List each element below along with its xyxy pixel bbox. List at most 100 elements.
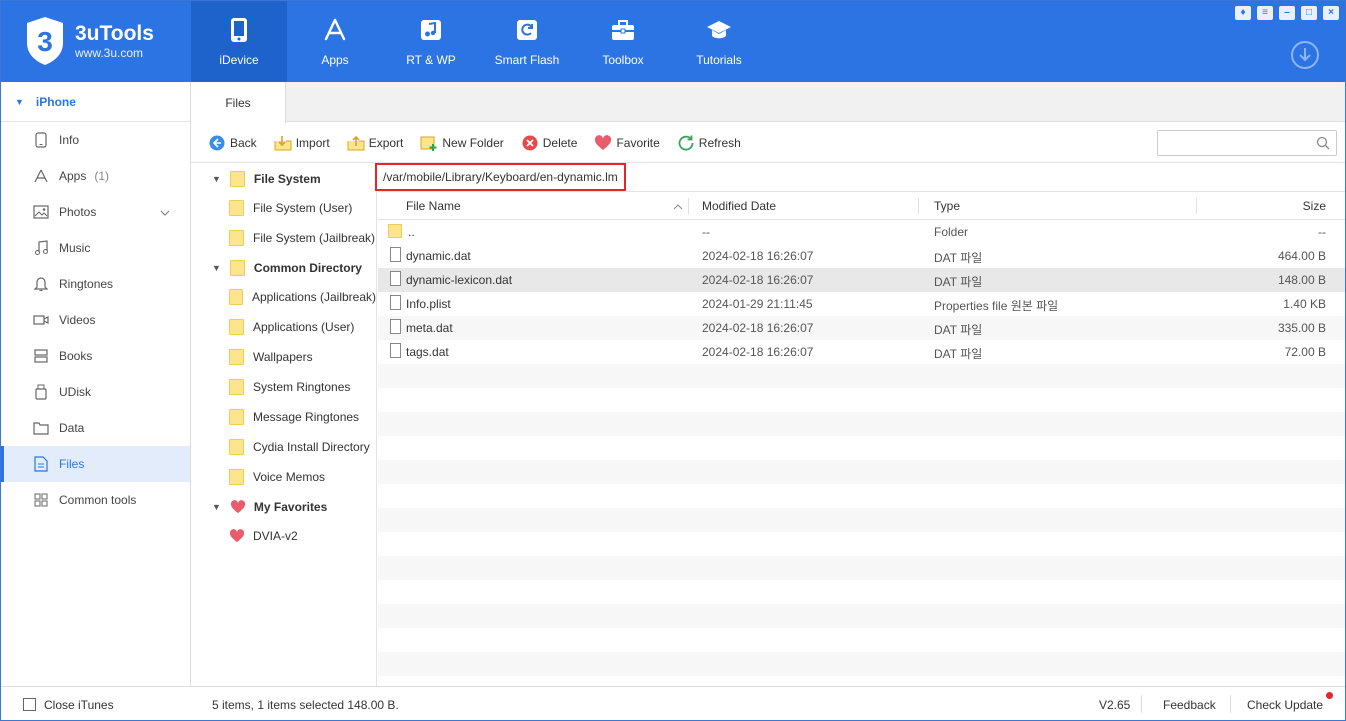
table-row[interactable]: .. -- Folder -- [378, 220, 1345, 244]
sidebar-item-label: Books [59, 349, 93, 363]
tree-item[interactable]: Message Ringtones [191, 402, 376, 432]
path-field[interactable]: /var/mobile/Library/Keyboard/en-dynamic.… [375, 163, 626, 191]
tree-item[interactable]: File System (Jailbreak) [191, 223, 376, 253]
caret-down-icon: ▼ [212, 501, 221, 512]
tree-item[interactable]: System Ringtones [191, 372, 376, 402]
empty-row [378, 604, 1345, 628]
file-name: .. [408, 225, 415, 239]
file-modified: 2024-02-18 16:26:07 [702, 321, 814, 335]
nav-toolbox[interactable]: Toolbox [575, 1, 671, 82]
tree-item[interactable]: Cydia Install Directory [191, 432, 376, 462]
tab-files[interactable]: Files [191, 82, 286, 123]
tree-group-label: File System [253, 171, 321, 186]
column-header-type[interactable]: Type [934, 199, 960, 213]
table-row[interactable]: Info.plist 2024-01-29 21:11:45 Propertie… [378, 292, 1345, 316]
sidebar-item-books[interactable]: Books [1, 338, 190, 374]
sidebar-item-apps[interactable]: Apps (1) [1, 158, 190, 194]
search-icon[interactable] [1316, 136, 1330, 153]
tree-item[interactable]: Applications (User) [191, 312, 376, 342]
export-button[interactable]: Export [347, 134, 403, 152]
back-arrow-icon [208, 134, 226, 152]
nav-tutorials[interactable]: Tutorials [671, 1, 767, 82]
close-itunes-label[interactable]: Close iTunes [44, 698, 114, 712]
tree-item-label: Voice Memos [253, 470, 326, 484]
status-divider [1230, 695, 1231, 713]
tree-item[interactable]: Wallpapers [191, 342, 376, 372]
sidebar-item-common-tools[interactable]: Common tools [1, 482, 190, 518]
file-name: tags.dat [406, 345, 449, 359]
delete-button[interactable]: Delete [521, 134, 578, 152]
chevron-down-icon[interactable] [160, 206, 170, 220]
tree-item-label: File System (Jailbreak) [253, 231, 376, 245]
table-row[interactable]: dynamic.dat 2024-02-18 16:26:07 DAT 파일 4… [378, 244, 1345, 268]
sidebar-item-label: Files [59, 457, 85, 471]
app-store-icon [320, 15, 350, 45]
column-header-modified[interactable]: Modified Date [702, 199, 776, 213]
nav-idevice[interactable]: iDevice [191, 1, 287, 82]
file-icon [390, 319, 401, 335]
device-header[interactable]: ▼ iPhone [1, 82, 190, 122]
delete-label: Delete [542, 135, 578, 150]
download-icon[interactable] [1291, 41, 1319, 69]
menu-icon[interactable]: ≡ [1257, 6, 1273, 20]
tree-item-label: Applications (User) [253, 320, 355, 334]
file-icon [390, 271, 401, 287]
table-row-selected[interactable]: dynamic-lexicon.dat 2024-02-18 16:26:07 … [378, 268, 1345, 292]
grid-icon [33, 492, 49, 508]
tree-group-file-system[interactable]: ▼ File System [191, 164, 376, 193]
tree-item[interactable]: Applications (Jailbreak) [191, 282, 376, 312]
folder-icon [388, 223, 402, 238]
maximize-icon[interactable]: □ [1301, 6, 1317, 20]
column-divider [918, 198, 919, 214]
column-header-name[interactable]: File Name [406, 199, 461, 213]
tree-item[interactable]: File System (User) [191, 193, 376, 223]
sidebar-item-label: Info [59, 133, 80, 147]
tree-item-favorite[interactable]: DVIA-v2 [191, 521, 376, 551]
search-input[interactable] [1158, 131, 1308, 155]
sort-asc-icon[interactable] [673, 199, 683, 213]
export-icon [347, 134, 365, 152]
empty-row [378, 484, 1345, 508]
sidebar-item-files[interactable]: Files [1, 446, 190, 482]
new-folder-button[interactable]: New Folder [420, 134, 504, 152]
close-itunes-checkbox[interactable] [23, 698, 36, 711]
favorite-button[interactable]: Favorite [594, 134, 660, 152]
sidebar-item-photos[interactable]: Photos [1, 194, 190, 230]
minimize-icon[interactable]: – [1279, 6, 1295, 20]
skin-icon[interactable]: ♦ [1235, 6, 1251, 20]
sidebar-item-udisk[interactable]: UDisk [1, 374, 190, 410]
back-button[interactable]: Back [208, 134, 257, 152]
udisk-icon [33, 384, 49, 400]
tree-item[interactable]: Voice Memos [191, 462, 376, 492]
nav-smart-flash[interactable]: Smart Flash [479, 1, 575, 82]
sidebar-item-label: Music [59, 241, 91, 255]
sidebar-item-ringtones[interactable]: Ringtones [1, 266, 190, 302]
file-modified: 2024-02-18 16:26:07 [702, 345, 814, 359]
close-icon[interactable]: × [1323, 6, 1339, 20]
empty-row [378, 580, 1345, 604]
feedback-link[interactable]: Feedback [1163, 698, 1216, 712]
file-icon [390, 247, 401, 263]
app-window: 3 3uTools www.3u.com iDevice Apps RT & W… [0, 0, 1346, 721]
sidebar-item-data[interactable]: Data [1, 410, 190, 446]
tree-group-my-favorites[interactable]: ▼ My Favorites [191, 492, 376, 521]
refresh-button[interactable]: Refresh [677, 134, 741, 152]
table-row[interactable]: meta.dat 2024-02-18 16:26:07 DAT 파일 335.… [378, 316, 1345, 340]
sidebar-item-videos[interactable]: Videos [1, 302, 190, 338]
sidebar-item-music[interactable]: Music [1, 230, 190, 266]
svg-text:3: 3 [37, 26, 53, 57]
nav-rt-wp[interactable]: RT & WP [383, 1, 479, 82]
sidebar-item-label: Ringtones [59, 277, 114, 291]
tree-group-common-directory[interactable]: ▼ Common Directory [191, 253, 376, 282]
empty-row [378, 532, 1345, 556]
check-update-link[interactable]: Check Update [1247, 698, 1323, 712]
nav-apps[interactable]: Apps [287, 1, 383, 82]
heart-icon [230, 499, 245, 513]
nav-label: Toolbox [602, 53, 644, 67]
sidebar-item-label: Common tools [59, 493, 137, 507]
table-row[interactable]: tags.dat 2024-02-18 16:26:07 DAT 파일 72.0… [378, 340, 1345, 364]
column-header-size[interactable]: Size [1303, 199, 1326, 213]
search-box [1157, 130, 1337, 156]
import-button[interactable]: Import [274, 134, 330, 152]
sidebar-item-info[interactable]: Info [1, 122, 190, 158]
